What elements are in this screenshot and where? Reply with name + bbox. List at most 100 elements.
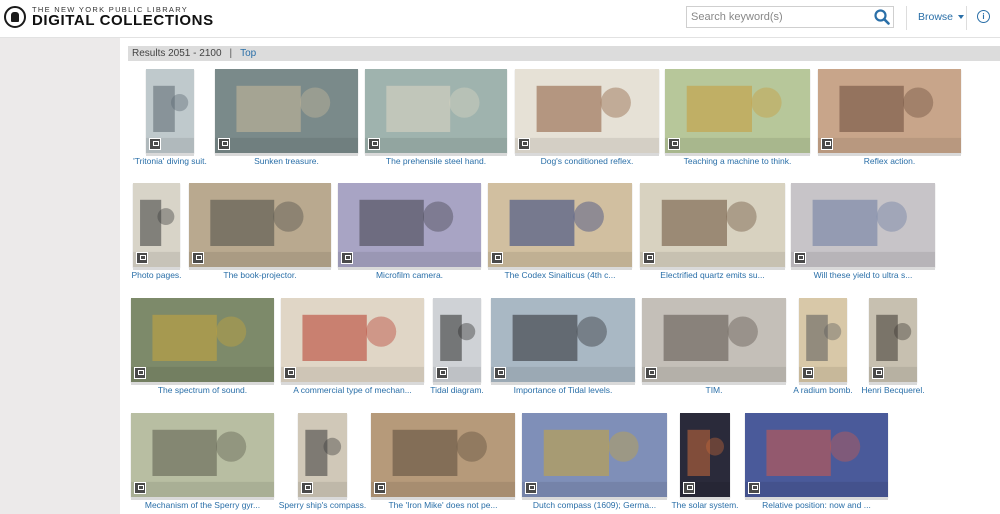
multi-image-stack-icon	[284, 367, 296, 379]
result-caption[interactable]: Sunken treasure.	[215, 156, 358, 166]
result-caption[interactable]: Will these yield to ultra s...	[791, 270, 935, 280]
header-divider	[906, 6, 907, 30]
result-item[interactable]: Dog's conditioned reflex.	[515, 69, 659, 167]
browse-menu[interactable]: Browse	[918, 11, 965, 23]
multi-image-stack-icon	[683, 482, 695, 494]
result-item[interactable]: The 'Iron Mike' does not pe...	[371, 413, 515, 511]
result-caption[interactable]: Henri Becquerel.	[843, 385, 943, 395]
results-divider: |	[229, 48, 233, 59]
chevron-down-icon	[958, 15, 965, 20]
result-caption[interactable]: The Codex Sinaiticus (4th c...	[488, 270, 632, 280]
result-item[interactable]: The spectrum of sound.	[131, 298, 274, 396]
multi-image-stack-icon	[645, 367, 657, 379]
result-caption[interactable]: The solar system.	[655, 500, 755, 510]
result-caption[interactable]: Sperry ship's compass.	[273, 500, 373, 510]
results-count: Results 2051 - 2100	[132, 48, 222, 59]
result-thumbnail[interactable]	[745, 413, 888, 497]
result-item[interactable]: Dutch compass (1609); Germa...	[522, 413, 667, 511]
multi-image-stack-icon	[218, 138, 230, 150]
result-thumbnail[interactable]	[491, 298, 635, 382]
result-thumbnail[interactable]	[281, 298, 424, 382]
multi-image-stack-icon	[821, 138, 833, 150]
result-thumbnail[interactable]	[818, 69, 961, 153]
header-divider	[966, 6, 967, 30]
result-item[interactable]: TIM.	[642, 298, 786, 396]
result-item[interactable]: The Codex Sinaiticus (4th c...	[488, 183, 632, 281]
result-caption[interactable]: Mechanism of the Sperry gyr...	[131, 500, 274, 510]
result-caption[interactable]: The 'Iron Mike' does not pe...	[371, 500, 515, 510]
result-item[interactable]: Electrified quartz emits su...	[640, 183, 785, 281]
result-item[interactable]: Teaching a machine to think.	[665, 69, 810, 167]
multi-image-stack-icon	[794, 252, 806, 264]
logo-collections-name[interactable]: DIGITAL COLLECTIONS	[32, 12, 214, 29]
result-thumbnail[interactable]	[488, 183, 632, 267]
result-thumbnail[interactable]	[189, 183, 331, 267]
result-caption[interactable]: Relative position: now and ...	[745, 500, 888, 510]
search-icon[interactable]	[873, 8, 891, 26]
result-caption[interactable]: The book-projector.	[189, 270, 331, 280]
result-thumbnail[interactable]	[365, 69, 507, 153]
result-caption[interactable]: A commercial type of mechan...	[281, 385, 424, 395]
result-item[interactable]: The book-projector.	[189, 183, 331, 281]
result-caption[interactable]: Dog's conditioned reflex.	[515, 156, 659, 166]
result-caption[interactable]: The prehensile steel hand.	[365, 156, 507, 166]
result-thumbnail[interactable]	[515, 69, 659, 153]
result-caption[interactable]: The spectrum of sound.	[131, 385, 274, 395]
result-thumbnail[interactable]	[131, 413, 274, 497]
result-caption[interactable]: TIM.	[642, 385, 786, 395]
result-item[interactable]: Sunken treasure.	[215, 69, 358, 167]
multi-image-stack-icon	[494, 367, 506, 379]
result-thumbnail[interactable]	[665, 69, 810, 153]
result-thumbnail[interactable]	[215, 69, 358, 153]
search-box	[686, 6, 894, 28]
result-caption[interactable]: Dutch compass (1609); Germa...	[522, 500, 667, 510]
results-bar: Results 2051 - 2100 | Top	[128, 46, 1000, 61]
result-item[interactable]: Reflex action.	[818, 69, 961, 167]
multi-image-stack-icon	[368, 138, 380, 150]
result-thumbnail[interactable]	[642, 298, 786, 382]
result-caption[interactable]: Electrified quartz emits su...	[640, 270, 785, 280]
result-item[interactable]: A commercial type of mechan...	[281, 298, 424, 396]
result-thumbnail[interactable]	[640, 183, 785, 267]
multi-image-stack-icon	[374, 482, 386, 494]
multi-image-stack-icon	[668, 138, 680, 150]
result-caption[interactable]: Reflex action.	[818, 156, 961, 166]
result-caption[interactable]: 'Tritonia' diving suit.	[120, 156, 220, 166]
result-caption[interactable]: Teaching a machine to think.	[665, 156, 810, 166]
result-item[interactable]: Relative position: now and ...	[745, 413, 888, 511]
result-item[interactable]: Henri Becquerel.	[861, 298, 969, 396]
multi-image-stack-icon	[518, 138, 530, 150]
multi-image-stack-icon	[748, 482, 760, 494]
top-link[interactable]: Top	[240, 48, 256, 59]
multi-image-stack-icon	[192, 252, 204, 264]
result-item[interactable]: Microfilm camera.	[338, 183, 481, 281]
info-icon[interactable]: i	[977, 10, 990, 23]
result-thumbnail[interactable]	[371, 413, 515, 497]
search-input[interactable]	[687, 7, 877, 27]
multi-image-stack-icon	[525, 482, 537, 494]
multi-image-stack-icon	[643, 252, 655, 264]
site-header: THE NEW YORK PUBLIC LIBRARY DIGITAL COLL…	[0, 0, 1000, 38]
result-thumbnail[interactable]	[338, 183, 481, 267]
result-thumbnail[interactable]	[791, 183, 935, 267]
result-item[interactable]: The prehensile steel hand.	[365, 69, 507, 167]
result-caption[interactable]: Microfilm camera.	[338, 270, 481, 280]
result-item[interactable]: Will these yield to ultra s...	[791, 183, 935, 281]
left-sidebar	[0, 38, 120, 514]
multi-image-stack-icon	[491, 252, 503, 264]
multi-image-stack-icon	[134, 482, 146, 494]
multi-image-stack-icon	[802, 367, 814, 379]
result-caption[interactable]: Importance of Tidal levels.	[491, 385, 635, 395]
nypl-lion-logo-icon[interactable]	[4, 6, 26, 28]
multi-image-stack-icon	[149, 138, 161, 150]
multi-image-stack-icon	[872, 367, 884, 379]
result-item[interactable]: Mechanism of the Sperry gyr...	[131, 413, 274, 511]
result-item[interactable]: Importance of Tidal levels.	[491, 298, 635, 396]
result-thumbnail[interactable]	[522, 413, 667, 497]
result-thumbnail[interactable]	[131, 298, 274, 382]
multi-image-stack-icon	[341, 252, 353, 264]
multi-image-stack-icon	[301, 482, 313, 494]
browse-label: Browse	[918, 11, 954, 23]
multi-image-stack-icon	[436, 367, 448, 379]
multi-image-stack-icon	[136, 252, 148, 264]
